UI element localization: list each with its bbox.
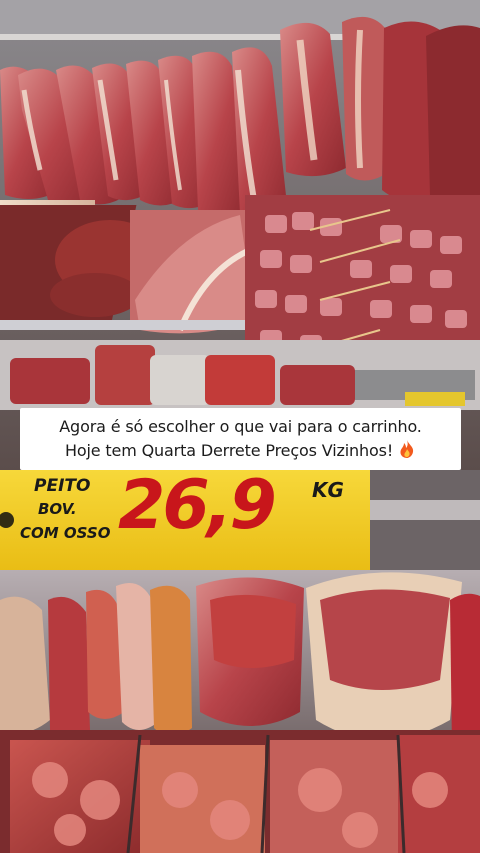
sign-product-line3: COM OSSO	[20, 524, 111, 542]
meat-trays-lower	[0, 730, 480, 853]
caption-line-2-text: Hoje tem Quarta Derrete Preços Vizinhos!	[64, 441, 394, 460]
fire-icon	[398, 439, 416, 459]
sign-product-line2: BOV.	[38, 500, 77, 518]
sign-price: 26,9	[118, 466, 277, 545]
sign-unit: KG	[312, 478, 344, 502]
caption-line-1: Agora é só escolher o que vai para o car…	[59, 417, 422, 436]
packaged-meat-shelf	[0, 340, 480, 410]
caption-overlay: Agora é só escolher o que vai para o car…	[20, 408, 461, 470]
caption-line-2: Hoje tem Quarta Derrete Preços Vizinhos!	[65, 439, 416, 463]
sign-product-line1: PEITO	[34, 476, 91, 496]
